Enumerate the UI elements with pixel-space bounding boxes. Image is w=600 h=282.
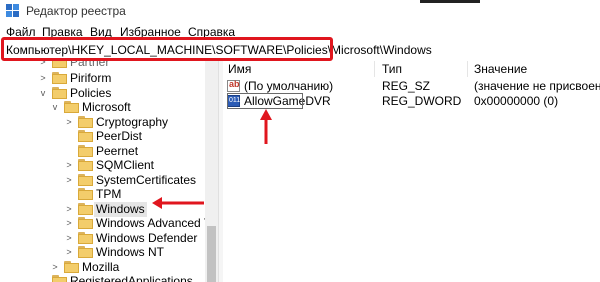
column-header-type[interactable]: Тип bbox=[382, 61, 402, 77]
string-value-icon: ab bbox=[227, 79, 240, 92]
folder-icon bbox=[64, 261, 79, 273]
folder-icon bbox=[52, 275, 67, 282]
expand-icon[interactable] bbox=[38, 275, 48, 282]
folder-icon bbox=[64, 101, 79, 113]
tree-node-label: Policies bbox=[70, 86, 112, 100]
tree-node-label: Windows Defender bbox=[96, 231, 198, 245]
column-header-value[interactable]: Значение bbox=[474, 61, 527, 77]
tree-node-label: Peernet bbox=[96, 144, 139, 158]
tree-node-label: SQMClient bbox=[96, 158, 155, 172]
folder-icon bbox=[78, 145, 93, 157]
value-type: REG_DWORD bbox=[382, 94, 462, 108]
tree-node-label: Piriform bbox=[70, 71, 112, 85]
tree-node-label: SystemCertificates bbox=[96, 173, 197, 187]
expand-icon[interactable] bbox=[64, 130, 74, 142]
tree-node-label: RegisteredApplications bbox=[70, 274, 193, 282]
tree-node-label: Windows bbox=[94, 202, 147, 217]
value-type: REG_SZ bbox=[382, 79, 431, 93]
collapse-icon[interactable]: v bbox=[50, 101, 60, 113]
expand-icon[interactable] bbox=[64, 188, 74, 200]
expand-icon[interactable]: > bbox=[64, 203, 74, 215]
folder-icon bbox=[78, 159, 93, 171]
tree-node-label: TPM bbox=[96, 187, 122, 201]
title-bar-edge bbox=[420, 0, 480, 3]
list-row-default[interactable]: ab (По умолчанию) REG_SZ (значение не пр… bbox=[222, 78, 600, 94]
tree-node-label: Windows NT bbox=[96, 245, 165, 259]
folder-icon bbox=[78, 130, 93, 142]
focus-rectangle bbox=[227, 93, 303, 109]
column-header-name[interactable]: Имя bbox=[228, 61, 251, 77]
expand-icon[interactable]: > bbox=[64, 217, 74, 229]
column-divider[interactable] bbox=[374, 61, 375, 77]
folder-icon bbox=[78, 188, 93, 200]
folder-icon bbox=[78, 246, 93, 258]
title-bar: Редактор реестра bbox=[0, 0, 600, 22]
folder-icon bbox=[52, 61, 67, 68]
collapse-icon[interactable]: v bbox=[38, 87, 48, 99]
tree-node-label: Windows Advanced Threat bbox=[96, 216, 218, 230]
folder-icon bbox=[52, 72, 67, 84]
tree-node-label: Cryptography bbox=[96, 115, 169, 129]
value-data: (значение не присвоено) bbox=[474, 79, 600, 93]
window-title: Редактор реестра bbox=[26, 4, 126, 18]
folder-icon bbox=[78, 232, 93, 244]
tree-node-label: PeerDist bbox=[96, 129, 143, 143]
registry-tree: > Partner > Piriform v Policies v Micros… bbox=[0, 61, 218, 282]
expand-icon[interactable]: > bbox=[64, 246, 74, 258]
expand-icon[interactable]: > bbox=[64, 159, 74, 171]
tree-scrollbar[interactable] bbox=[205, 61, 218, 282]
arrow-annotation-allowgamedvr bbox=[260, 109, 272, 144]
expand-icon[interactable]: > bbox=[64, 116, 74, 128]
value-data: 0x00000000 (0) bbox=[474, 94, 559, 108]
expand-icon[interactable]: > bbox=[38, 72, 48, 84]
value-name: (По умолчанию) bbox=[244, 79, 334, 93]
column-divider[interactable] bbox=[467, 61, 468, 77]
folder-icon bbox=[78, 116, 93, 128]
tree-node-label: Mozilla bbox=[82, 260, 120, 274]
folder-icon bbox=[52, 87, 67, 99]
expand-icon[interactable] bbox=[64, 145, 74, 157]
folder-icon bbox=[78, 174, 93, 186]
expand-icon[interactable]: > bbox=[50, 261, 60, 273]
expand-icon[interactable]: > bbox=[64, 232, 74, 244]
tree-scrollbar-thumb[interactable] bbox=[207, 226, 216, 282]
tree-node-label: Microsoft bbox=[82, 100, 131, 114]
expand-icon[interactable]: > bbox=[64, 174, 74, 186]
registry-editor-icon bbox=[6, 4, 19, 17]
tree-node-label: Partner bbox=[70, 61, 110, 69]
expand-icon[interactable]: > bbox=[38, 61, 48, 68]
folder-icon bbox=[78, 217, 93, 229]
address-highlight-annotation bbox=[1, 37, 333, 61]
folder-icon bbox=[78, 203, 93, 215]
arrow-annotation-windows bbox=[152, 197, 204, 209]
